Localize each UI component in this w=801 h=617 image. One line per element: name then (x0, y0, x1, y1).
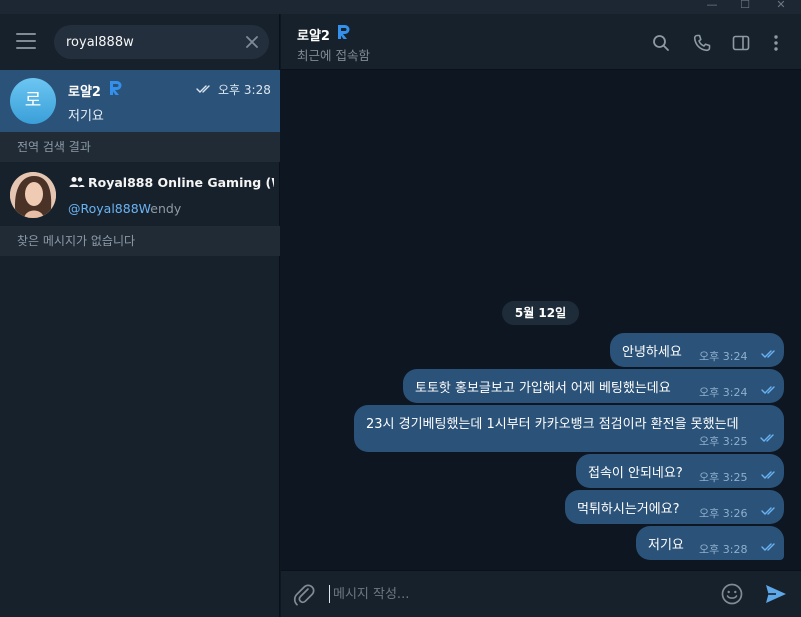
message-text: 저기요 (648, 538, 684, 553)
read-checks-icon (760, 434, 774, 442)
avatar (10, 172, 56, 218)
menu-icon[interactable] (16, 33, 36, 51)
message-bubble[interactable]: 23시 경기베팅했는데 1시부터 카카오뱅크 점검이라 환전을 못했는데 오후 … (354, 405, 784, 452)
window-title-bar: — ☐ ✕ (0, 0, 801, 14)
emoji-icon[interactable] (720, 582, 744, 606)
message-time: 오후 3:28 (699, 543, 748, 556)
text-cursor (329, 585, 330, 603)
attach-icon[interactable] (293, 583, 315, 607)
message-time: 오후 3:24 (699, 350, 748, 363)
avatar: 로 (10, 78, 56, 124)
date-divider: 5월 12일 (502, 301, 579, 325)
message-text: 안녕하세요 (622, 345, 682, 360)
search-input[interactable] (54, 25, 269, 59)
result-handle-rest: endy (150, 201, 182, 216)
read-checks-icon (761, 543, 775, 551)
message-time: 오후 3:26 (699, 507, 748, 520)
more-vertical-icon[interactable] (766, 33, 786, 53)
verified-r-icon (110, 81, 122, 95)
message-bubble[interactable]: 접속이 안되네요? 오후 3:25 (576, 454, 784, 488)
message-text: 먹튀하시는거에요? (577, 502, 680, 517)
read-checks-icon (761, 471, 775, 479)
clear-icon[interactable] (243, 33, 261, 51)
send-icon[interactable] (764, 583, 788, 605)
phone-icon[interactable] (692, 33, 712, 53)
group-icon (69, 177, 85, 187)
message-bubble[interactable]: 저기요 오후 3:28 (636, 526, 784, 560)
close-window-button[interactable]: ✕ (766, 0, 796, 14)
read-checks-icon (196, 85, 210, 93)
maximize-button[interactable]: ☐ (730, 0, 760, 14)
result-handle: @Royal888Wendy (68, 201, 181, 216)
chat-preview: 저기요 (68, 109, 104, 124)
chat-title: 로얄2 (297, 29, 330, 44)
chat-header[interactable]: 로얄2 최근에 접속함 (281, 14, 801, 70)
minimize-button[interactable]: — (697, 0, 727, 14)
message-bubble[interactable]: 안녕하세요 오후 3:24 (610, 333, 784, 367)
chat-list-item-royal2[interactable]: 로 로얄2 오후 3:28 저기요 (0, 70, 280, 132)
message-bubble[interactable]: 토토핫 홍보글보고 가입해서 어제 베팅했는데요 오후 3:24 (403, 369, 784, 403)
message-text: 접속이 안되네요? (588, 466, 683, 481)
sidebar-toggle-icon[interactable] (731, 33, 751, 53)
message-composer (281, 570, 801, 617)
read-checks-icon (761, 507, 775, 515)
message-time: 오후 3:25 (699, 435, 748, 448)
read-checks-icon (761, 386, 775, 394)
message-time: 오후 3:24 (699, 386, 748, 399)
message-input[interactable] (333, 581, 713, 607)
chat-name: 로얄2 (68, 85, 101, 100)
global-results-header: 전역 검색 결과 (0, 132, 280, 162)
read-checks-icon (761, 350, 775, 358)
search-icon[interactable] (651, 33, 671, 53)
sidebar: 로 로얄2 오후 3:28 저기요 전역 검색 결과 Royal888 Onli… (0, 14, 280, 617)
chat-time: 오후 3:28 (218, 83, 271, 97)
no-messages-label: 찾은 메시지가 없습니다 (0, 226, 280, 256)
search-bar (0, 14, 280, 70)
message-text: 토토핫 홍보글보고 가입해서 어제 베팅했는데요 (415, 381, 671, 396)
chat-status: 최근에 접속함 (297, 48, 370, 63)
chat-panel: 로얄2 최근에 접속함 5월 12일 안녕하세요 오후 3:24 토토핫 홍보글… (281, 14, 801, 617)
verified-r-icon (338, 25, 350, 39)
result-handle-match: @Royal888W (68, 201, 151, 216)
message-time: 오후 3:25 (699, 471, 748, 484)
search-result-royal888[interactable]: Royal888 Online Gaming (W... @Royal888We… (0, 164, 280, 226)
message-text: 23시 경기베팅했는데 1시부터 카카오뱅크 점검이라 환전을 못했는데 (366, 417, 739, 432)
message-bubble[interactable]: 먹튀하시는거에요? 오후 3:26 (565, 490, 784, 524)
result-name: Royal888 Online Gaming (W... (88, 175, 274, 190)
